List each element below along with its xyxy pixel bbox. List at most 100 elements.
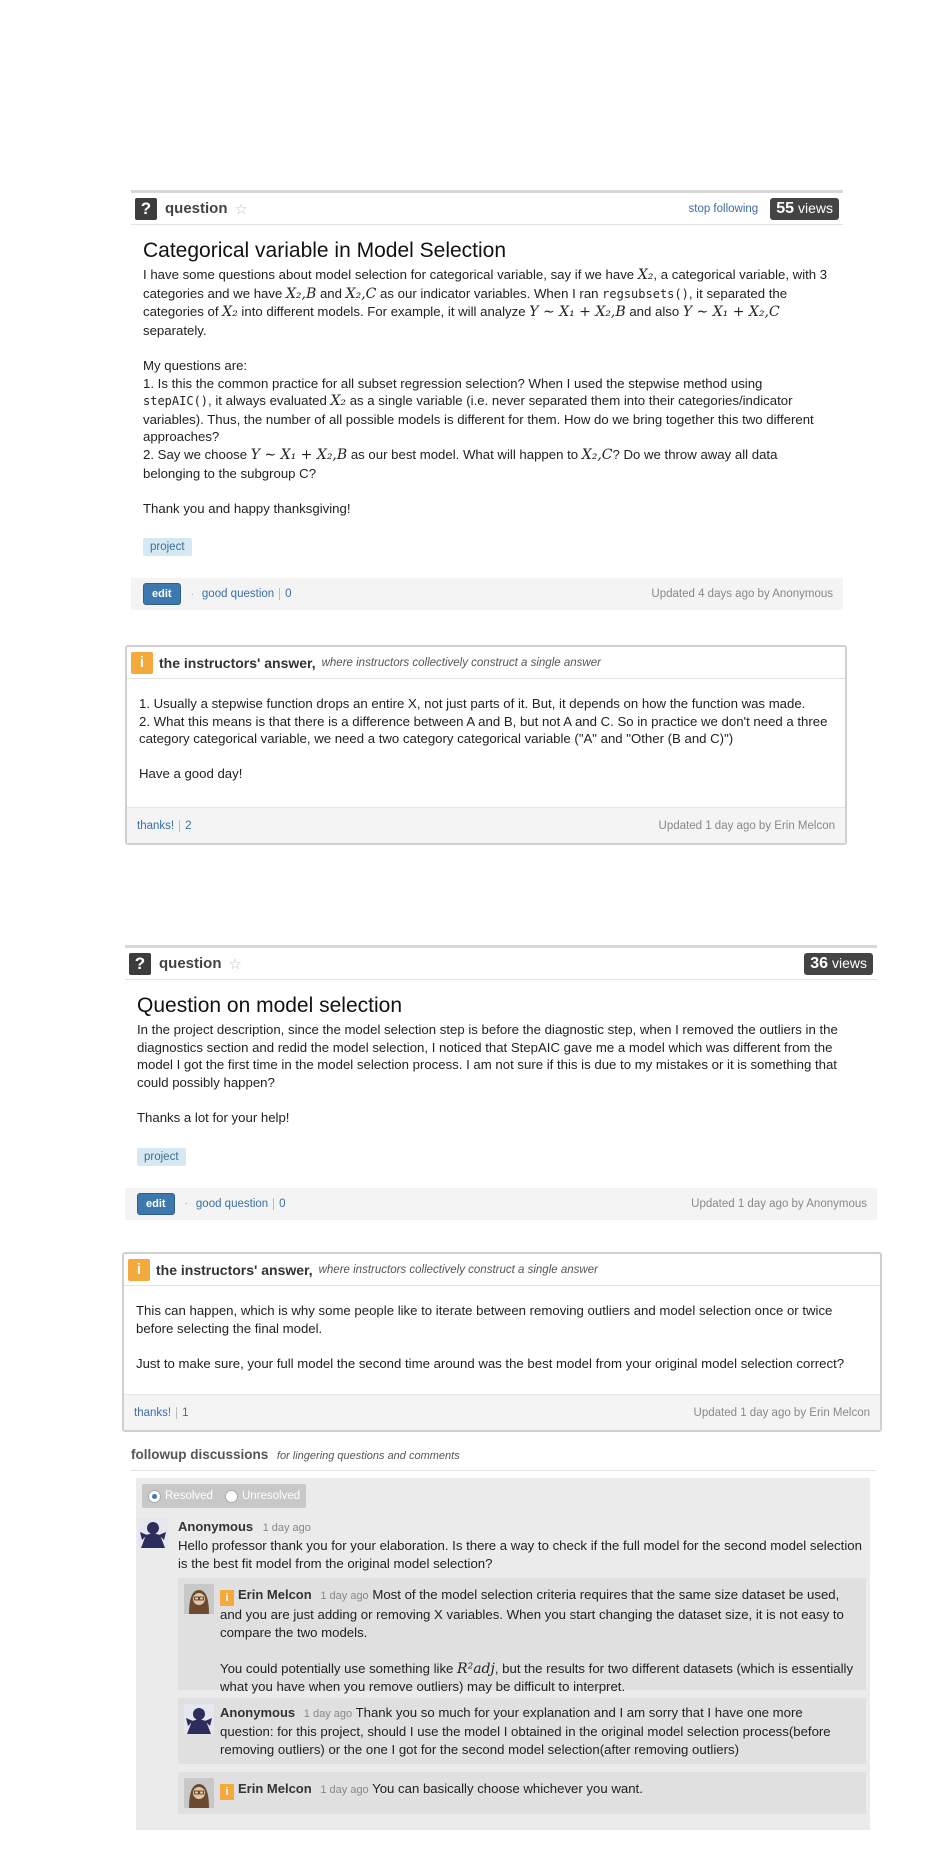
body-paragraph: I have some questions about model select…: [143, 267, 828, 338]
answer-title: the instructors' answer,: [156, 1261, 313, 1278]
question-label: question: [159, 955, 222, 972]
question-body: In the project description, since the mo…: [137, 1021, 865, 1127]
reply-author: Anonymous: [220, 1705, 296, 1720]
edit-button[interactable]: edit: [137, 1192, 175, 1215]
question-title: Categorical variable in Model Selection: [143, 239, 507, 262]
followup-reply: Anonymous 1 day ago Thank you so much fo…: [178, 1698, 866, 1764]
comment-text: Hello professor thank you for your elabo…: [178, 1538, 862, 1571]
followup-header: followup discussions for lingering quest…: [131, 1447, 460, 1462]
reply-text: Most of the model selection criteria req…: [220, 1587, 844, 1640]
answer-paragraph: 1. Usually a stepwise function drops an …: [139, 696, 806, 711]
comment-author: Anonymous: [178, 1519, 254, 1534]
followup-reply: i Erin Melcon 1 day ago You can basically…: [178, 1772, 866, 1814]
reply-content: i Erin Melcon 1 day ago Most of the model…: [220, 1578, 866, 1696]
tag-project[interactable]: project: [143, 538, 192, 557]
body-paragraph: Thank you and happy thanksgiving!: [143, 500, 351, 516]
answer-title: the instructors' answer,: [159, 654, 316, 671]
reply-text-2: You could potentially use something like…: [220, 1661, 854, 1694]
answer-subtitle: where instructors collectively construct…: [321, 656, 601, 669]
question-post-2: ? question ☆ 36 views Question on model …: [125, 945, 877, 1220]
question-body: I have some questions about model select…: [143, 266, 831, 517]
reply-author: Erin Melcon: [238, 1587, 312, 1602]
edit-button[interactable]: edit: [143, 583, 181, 606]
avatar-anonymous: [138, 1518, 168, 1548]
followup-title: followup discussions: [131, 1447, 269, 1462]
divider: [131, 1470, 876, 1471]
unresolved-option[interactable]: Unresolved: [224, 1489, 300, 1503]
followup-subtitle: for lingering questions and comments: [276, 1450, 460, 1462]
reply-text: You can basically choose whichever you w…: [372, 1781, 643, 1796]
views-label: views: [831, 954, 867, 971]
instructor-icon: i: [220, 1590, 234, 1606]
body-paragraph: 1. Is this the common practice for all s…: [143, 375, 814, 445]
reply-content: i Erin Melcon 1 day ago You can basically…: [220, 1772, 866, 1800]
stop-following-link[interactable]: stop following: [689, 203, 759, 215]
thanks-button[interactable]: thanks!: [137, 820, 174, 832]
answer-footer: thanks! 2 Updated 1 day ago by Erin Melc…: [127, 807, 845, 843]
reply-time: 1 day ago: [303, 1708, 353, 1720]
good-question-button[interactable]: good question: [202, 588, 274, 600]
resolved-toggle: Resolved Unresolved: [142, 1484, 307, 1508]
avatar-anonymous: [184, 1704, 214, 1734]
views-count: 55: [776, 199, 794, 217]
thanks-count: 2: [179, 819, 191, 832]
answer-paragraph: This can happen, which is why some peopl…: [136, 1303, 833, 1336]
updated-text: Updated 1 day ago by Erin Melcon: [658, 819, 835, 832]
tag-project[interactable]: project: [137, 1147, 186, 1166]
question-label: question: [165, 200, 228, 217]
answer-paragraph: Just to make sure, your full model the s…: [136, 1355, 845, 1371]
answer-subtitle: where instructors collectively construct…: [318, 1263, 598, 1276]
star-icon[interactable]: ☆: [235, 200, 248, 218]
updated-text: Updated 1 day ago by Erin Melcon: [693, 1406, 870, 1419]
comment-time: 1 day ago: [262, 1522, 311, 1534]
radio-icon: [148, 1489, 161, 1503]
thanks-button[interactable]: thanks!: [134, 1407, 171, 1419]
reply-content: Anonymous 1 day ago Thank you so much fo…: [220, 1698, 866, 1759]
followup-box: Resolved Unresolved Anonymous 1 day ago …: [136, 1478, 870, 1830]
radio-icon: [224, 1489, 238, 1503]
answer-paragraph: Have a good day!: [139, 766, 243, 782]
followup-comment: Anonymous 1 day ago Hello professor than…: [138, 1518, 868, 1573]
good-question-count: 0: [273, 1197, 286, 1210]
good-question-button[interactable]: good question: [196, 1198, 268, 1210]
instructor-answer-1: i the instructors' answer, where instruc…: [125, 645, 847, 845]
reply-author: Erin Melcon: [238, 1781, 312, 1796]
body-paragraph: In the project description, since the mo…: [137, 1022, 838, 1090]
body-paragraph: Thanks a lot for your help!: [137, 1109, 290, 1125]
question-header: ? question ☆ 36 views: [125, 948, 877, 980]
answer-body: 1. Usually a stepwise function drops an …: [127, 679, 845, 783]
avatar-instructor: [184, 1778, 214, 1808]
instructor-icon: i: [220, 1784, 234, 1800]
thanks-count: 1: [176, 1406, 188, 1419]
question-actions: edit · good question 0 Updated 4 days ag…: [131, 578, 843, 611]
views-badge: 55 views: [770, 197, 839, 220]
updated-text: Updated 1 day ago by Anonymous: [691, 1197, 867, 1210]
question-header: ? question ☆ stop following 55 views: [131, 193, 843, 225]
question-title: Question on model selection: [137, 994, 402, 1017]
instructor-icon: i: [131, 651, 153, 674]
instructor-answer-2: i the instructors' answer, where instruc…: [122, 1252, 882, 1432]
star-icon[interactable]: ☆: [229, 955, 242, 973]
answer-footer: thanks! 1 Updated 1 day ago by Erin Melc…: [124, 1394, 880, 1430]
answer-header: i the instructors' answer, where instruc…: [127, 647, 845, 679]
resolved-option[interactable]: Resolved: [148, 1489, 213, 1503]
question-actions: edit · good question 0 Updated 1 day ago…: [125, 1187, 877, 1220]
body-paragraph: My questions are:: [143, 357, 248, 373]
views-label: views: [797, 199, 833, 216]
followup-reply: i Erin Melcon 1 day ago Most of the model…: [178, 1578, 866, 1694]
answer-paragraph: 2. What this means is that there is a di…: [139, 713, 828, 747]
reply-time: 1 day ago: [320, 1590, 369, 1602]
avatar-instructor: [184, 1584, 214, 1614]
instructor-icon: i: [128, 1258, 150, 1281]
good-question-count: 0: [279, 588, 292, 601]
question-icon: ?: [135, 197, 157, 220]
body-paragraph: 2. Say we choose Y ∼ X₁ + X₂,B as our be…: [143, 446, 778, 481]
updated-text: Updated 4 days ago by Anonymous: [651, 588, 833, 601]
views-count: 36: [810, 954, 828, 972]
answer-header: i the instructors' answer, where instruc…: [124, 1254, 880, 1286]
question-post-1: ? question ☆ stop following 55 views Cat…: [131, 190, 843, 611]
reply-time: 1 day ago: [320, 1784, 369, 1796]
question-icon: ?: [129, 952, 151, 975]
answer-body: This can happen, which is why some peopl…: [124, 1286, 880, 1372]
views-badge: 36 views: [804, 952, 873, 975]
